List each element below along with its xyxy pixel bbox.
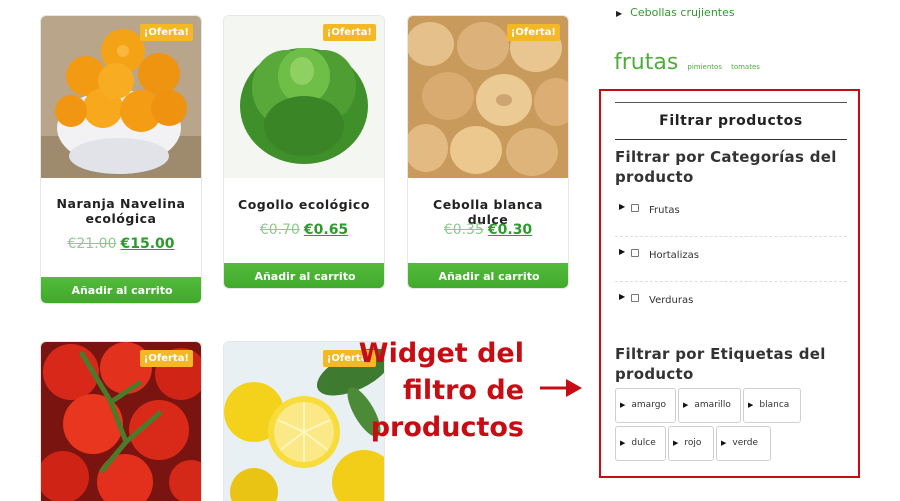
category-checkbox[interactable]	[631, 294, 639, 302]
sale-price: €0.30	[487, 222, 533, 238]
triangle-right-icon: ▶	[748, 401, 754, 409]
tag-label[interactable]: blanca	[759, 400, 789, 410]
product-card[interactable]: ¡Oferta! Naranja Navelina ecológica €21.…	[40, 15, 202, 304]
sale-price: €0.65	[303, 222, 349, 238]
tag-filter-item[interactable]: ▶ blanca	[743, 388, 801, 423]
category-filter-item[interactable]: ▶ Frutas	[615, 192, 847, 237]
category-filter-item[interactable]: ▶ Verduras	[615, 282, 847, 327]
tag-filter-item[interactable]: ▶ dulce	[615, 426, 666, 461]
categories-filter-title: Filtrar por Categorías del producto	[615, 148, 837, 186]
category-label[interactable]: Hortalizas	[649, 250, 699, 261]
tag-filter-item[interactable]: ▶ verde	[716, 426, 771, 461]
category-checkbox[interactable]	[631, 204, 639, 212]
annotation-line: productos	[370, 412, 524, 443]
triangle-right-icon[interactable]: ▶	[619, 202, 625, 211]
triangle-right-icon: ▶	[721, 439, 727, 447]
product-card[interactable]: ¡Oferta!	[40, 341, 202, 501]
tag-filter-item[interactable]: ▶ amargo	[615, 388, 676, 423]
triangle-right-icon: ▶	[616, 9, 623, 18]
tag-cloud-link[interactable]: frutas	[614, 50, 678, 75]
product-name[interactable]: Cogollo ecológico	[230, 197, 378, 212]
annotation-line: filtro de	[402, 375, 524, 406]
product-name[interactable]: Naranja Navelina ecológica	[47, 196, 195, 226]
annotation-callout: Widget del filtro de productos	[359, 335, 524, 446]
category-checkbox[interactable]	[631, 249, 639, 257]
tag-label[interactable]: amargo	[631, 400, 666, 410]
offer-badge: ¡Oferta!	[322, 24, 376, 41]
tag-label[interactable]: amarillo	[694, 400, 731, 410]
tag-label[interactable]: dulce	[631, 438, 655, 448]
old-price: €21.00	[67, 236, 117, 252]
category-label[interactable]: Verduras	[649, 295, 693, 306]
category-label[interactable]: Frutas	[649, 205, 680, 216]
annotation-line: Widget del	[358, 338, 524, 369]
product-card[interactable]: ¡Oferta! Cebolla blanca dulce €0.35 €0.30…	[407, 15, 569, 289]
triangle-right-icon: ▶	[683, 401, 689, 409]
arrow-right-icon	[540, 379, 582, 397]
widget-title: Filtrar productos	[615, 102, 847, 140]
triangle-right-icon: ▶	[620, 439, 626, 447]
product-card[interactable]: ¡Oferta! Cogollo ecológico €0.70 €0.65 Añ…	[223, 15, 385, 289]
triangle-right-icon[interactable]: ▶	[619, 247, 625, 256]
tag-cloud-link[interactable]: pimientos	[687, 63, 722, 71]
product-price: €0.70 €0.65	[224, 222, 384, 238]
old-price: €0.35	[443, 222, 484, 238]
product-price: €0.35 €0.30	[408, 222, 568, 238]
tag-cloud: frutas pimientos tomates	[614, 50, 760, 75]
offer-badge: ¡Oferta!	[139, 24, 193, 41]
category-filter-item[interactable]: ▶ Hortalizas	[615, 237, 847, 282]
tag-cloud-link[interactable]: tomates	[731, 63, 760, 71]
sidebar-link-label[interactable]: Cebollas crujientes	[630, 6, 734, 19]
tag-filter-item[interactable]: ▶ rojo	[668, 426, 714, 461]
offer-badge: ¡Oferta!	[139, 350, 193, 367]
add-to-cart-button[interactable]: Añadir al carrito	[224, 263, 384, 288]
tags-filter-title: Filtrar por Etiquetas del producto	[615, 345, 826, 383]
product-price: €21.00 €15.00	[41, 236, 201, 252]
triangle-right-icon: ▶	[620, 401, 626, 409]
add-to-cart-button[interactable]: Añadir al carrito	[41, 277, 201, 303]
triangle-right-icon: ▶	[673, 439, 679, 447]
add-to-cart-button[interactable]: Añadir al carrito	[408, 263, 568, 288]
sidebar-link-cebollas[interactable]: ▶ Cebollas crujientes	[616, 6, 735, 19]
old-price: €0.70	[259, 222, 300, 238]
sale-price: €15.00	[120, 236, 175, 252]
tag-label[interactable]: rojo	[684, 438, 701, 448]
offer-badge: ¡Oferta!	[506, 24, 560, 41]
tag-label[interactable]: verde	[732, 438, 758, 448]
tag-filter-item[interactable]: ▶ amarillo	[678, 388, 741, 423]
product-filter-widget: Filtrar productos Filtrar por Categorías…	[599, 89, 860, 478]
triangle-right-icon[interactable]: ▶	[619, 292, 625, 301]
